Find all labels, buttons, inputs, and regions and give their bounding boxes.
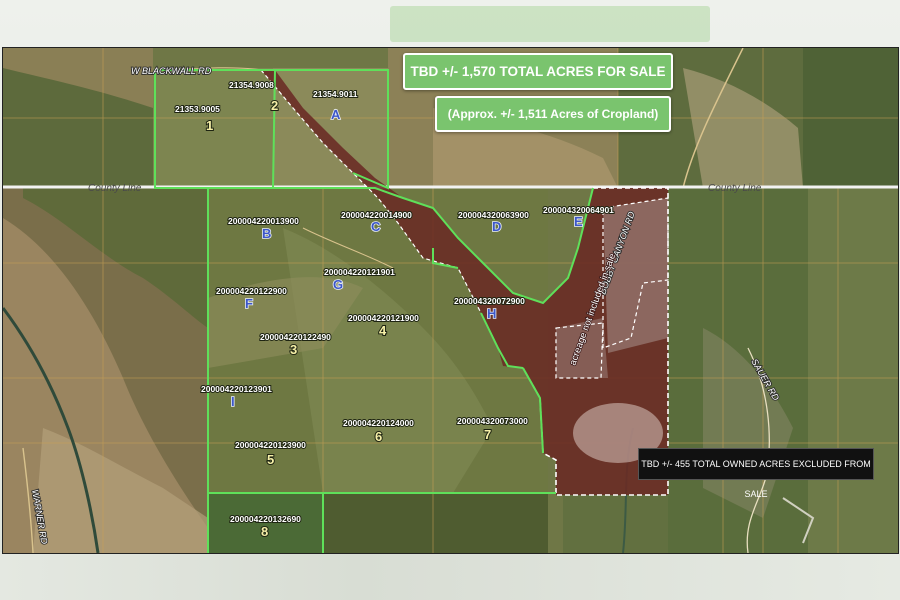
parcel-label: 2 [271, 98, 278, 113]
county-line-label-right: County Line [708, 183, 762, 194]
parcel-label: E [574, 214, 583, 229]
parcel-id: 21353.9005 [175, 104, 220, 114]
parcel-label: D [492, 219, 501, 234]
parcel-label: G [333, 277, 343, 292]
parcel-label: 7 [484, 427, 491, 442]
parcel-label: 8 [261, 524, 268, 539]
parcel-id: 200004320072900 [454, 296, 525, 306]
parcel-id: 200004220132690 [230, 514, 301, 524]
parcel-id: 200004220123901 [201, 384, 272, 394]
parcel-label: 6 [375, 429, 382, 444]
parcel-label: F [245, 296, 253, 311]
parcel-id: 200004220013900 [228, 216, 299, 226]
parcel-label: C [371, 219, 381, 234]
parcel-id: 200004220121901 [324, 267, 395, 277]
parcel-label: 3 [290, 342, 297, 357]
parcel-label: B [262, 226, 271, 241]
parcel-id: 21354.9011 [313, 89, 358, 99]
cropland-banner: (Approx. +/- 1,511 Acres of Cropland) [435, 96, 671, 132]
parcel-label: I [231, 394, 235, 409]
parcel-label: 1 [206, 118, 213, 133]
county-line-label-left: County Line [88, 183, 142, 194]
excluded-acres-label: TBD +/- 455 TOTAL OWNED ACRES EXCLUDED F… [638, 448, 874, 499]
parcel-id: 200004220123900 [235, 440, 306, 450]
parcel-label: 5 [267, 452, 274, 467]
parcel-label: 4 [379, 323, 387, 338]
parcel-id: 200004220121900 [348, 313, 419, 323]
parcel-label: H [487, 306, 496, 321]
parcel-id: 200004220122900 [216, 286, 287, 296]
faded-top-banner [390, 6, 710, 42]
parcel-id: 200004320073000 [457, 416, 528, 426]
parcel-id: 21354.9008 [229, 80, 274, 90]
total-acres-banner: TBD +/- 1,570 TOTAL ACRES FOR SALE [403, 53, 673, 90]
blackwall-road-label: W BLACKWALL RD [131, 66, 212, 76]
parcel-id: 200004220124000 [343, 418, 414, 428]
parcel-id: 200004220122490 [260, 332, 331, 342]
faded-bottom-strip [0, 552, 900, 600]
page-background: County Line County Line W BLACKWALL RD B… [0, 0, 900, 600]
parcel-label: A [331, 107, 341, 122]
